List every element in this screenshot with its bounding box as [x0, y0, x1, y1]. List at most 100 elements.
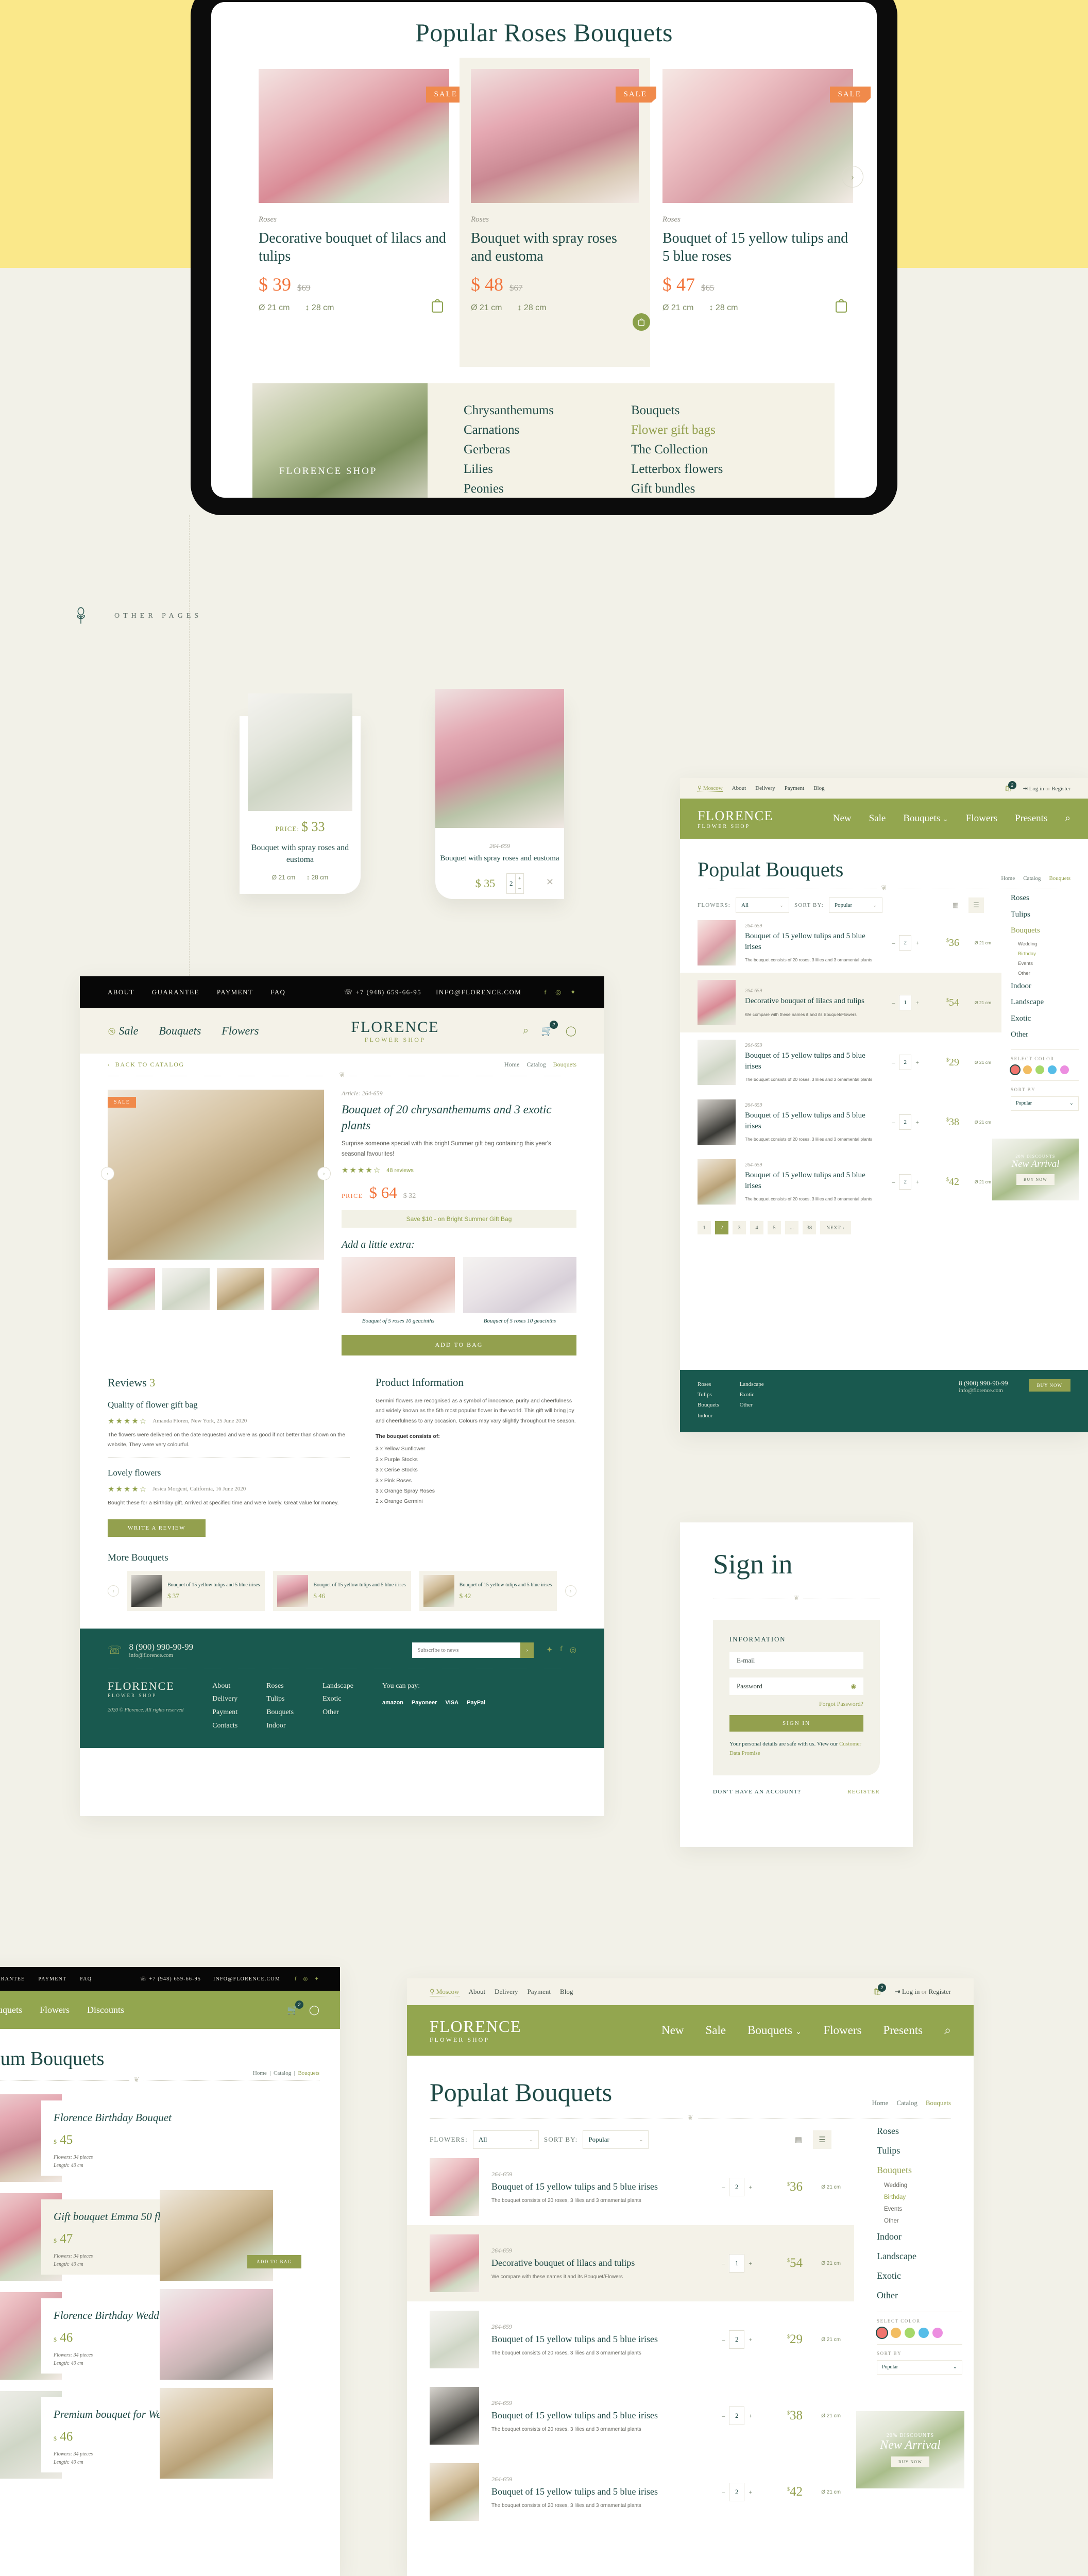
decrement-button[interactable]: – — [892, 1059, 895, 1066]
account-icon[interactable]: ◯ — [566, 1025, 576, 1037]
nav-item-discounts[interactable]: Discounts — [87, 2005, 124, 2015]
sidebar-item-landscape[interactable]: Landscape — [877, 2247, 962, 2266]
footer-link[interactable]: Exotic — [740, 1389, 764, 1400]
sidebar-item-roses[interactable]: Roses — [1011, 890, 1079, 907]
flowers-filter-select[interactable]: All ⌄ — [736, 897, 789, 913]
footer-link[interactable]: Payment — [212, 1706, 237, 1719]
topbar-link-faq[interactable]: FAQ — [80, 1976, 92, 1982]
add-to-bag-button[interactable] — [429, 297, 446, 314]
utilbar-link-payment[interactable]: Payment — [528, 1988, 551, 1996]
nav-item-bouquets[interactable]: Bouquets ⌄ — [747, 2024, 802, 2037]
cart-icon[interactable]: 🛍 2 — [1005, 781, 1016, 792]
utilbar-link-about[interactable]: About — [732, 785, 746, 791]
decrement-button[interactable]: – — [892, 999, 895, 1007]
utilbar-link-payment[interactable]: Payment — [785, 785, 805, 791]
signin-button[interactable]: SIGN IN — [729, 1715, 863, 1732]
color-swatch-pink[interactable] — [1060, 1065, 1069, 1074]
sidebar-sort-select[interactable]: Popular ⌄ — [877, 2360, 962, 2375]
page-button[interactable]: 4 — [750, 1221, 763, 1234]
color-swatch-red[interactable] — [1011, 1065, 1019, 1074]
mini-product-card[interactable]: Bouquet of 15 yellow tulips and 5 blue i… — [273, 1570, 411, 1611]
nav-item-new[interactable]: New — [661, 2024, 684, 2037]
topbar-link-faq[interactable]: FAQ — [270, 988, 285, 996]
increment-button[interactable]: + — [749, 2260, 752, 2267]
mini-product-card[interactable]: Bouquet of 15 yellow tulips and 5 blue i… — [127, 1570, 265, 1611]
footer-link[interactable]: Landscape — [740, 1379, 764, 1389]
decrement-button[interactable]: – — [722, 2488, 725, 2496]
page-button[interactable]: 5 — [768, 1221, 781, 1234]
breadcrumb-home[interactable]: Home — [253, 2070, 267, 2076]
sidebar-item-exotic[interactable]: Exotic — [1011, 1011, 1079, 1027]
topbar-link-guarantee[interactable]: GUARANTEE — [0, 1976, 25, 1982]
extra-item[interactable]: Bouquet of 5 roses 10 geacinths — [342, 1257, 455, 1326]
footer-phone[interactable]: 8 (900) 990-90-99 — [959, 1379, 1008, 1387]
footer-link[interactable]: Bouquets — [266, 1706, 294, 1719]
increment-button[interactable]: + — [915, 939, 919, 947]
city-selector[interactable]: ⚲ Moscow — [698, 785, 723, 792]
footer-link[interactable]: About — [212, 1680, 237, 1693]
increment-button[interactable]: + — [749, 2412, 752, 2420]
flowers-filter-select[interactable]: All ⌄ — [472, 2130, 539, 2149]
footer-email[interactable]: info@florence.com — [129, 1652, 194, 1658]
quantity-stepper[interactable]: – 2 + — [722, 2483, 752, 2501]
write-review-button[interactable]: WRITE A REVIEW — [108, 1519, 206, 1537]
product-card[interactable]: SALE Roses Bouquet of 15 yellow tulips a… — [662, 69, 871, 358]
sidebar-subitem-birthday[interactable]: Birthday — [877, 2192, 962, 2204]
decrement-button[interactable]: – — [516, 884, 523, 893]
color-swatch-red[interactable] — [877, 2327, 887, 2338]
decrement-button[interactable]: – — [722, 2260, 725, 2267]
quantity-stepper[interactable]: – 2 + — [892, 1114, 919, 1130]
mini-cart-card[interactable]: 264-659 Bouquet with spray roses and eus… — [435, 689, 564, 899]
subscribe-input[interactable] — [412, 1642, 521, 1658]
menu-item-active[interactable]: Flower gift bags — [631, 420, 723, 440]
decrement-button[interactable]: – — [722, 2183, 725, 2191]
sidebar-subitem-other[interactable]: Other — [877, 2215, 962, 2227]
breadcrumb-bouquets[interactable]: Bouquets — [298, 2070, 319, 2076]
more-prev-button[interactable]: ‹ — [108, 1585, 119, 1597]
page-button[interactable]: 3 — [733, 1221, 746, 1234]
product-card[interactable]: SALE Roses Decorative bouquet of lilacs … — [259, 69, 467, 358]
table-row[interactable]: 264-659 Bouquet of 15 yellow tulips and … — [680, 913, 1001, 973]
increment-button[interactable]: + — [915, 999, 919, 1007]
product-card[interactable]: Florence Birthday Bouquet $ 45 Flowers: … — [0, 2094, 319, 2182]
cart-icon[interactable]: 🛒 2 — [287, 2000, 303, 2015]
search-icon[interactable]: ⌕ — [1065, 813, 1070, 824]
footer-link[interactable]: Other — [740, 1400, 764, 1410]
more-next-button[interactable]: › — [565, 1585, 576, 1597]
decrement-button[interactable]: – — [892, 1118, 895, 1126]
gallery-thumbnail[interactable] — [217, 1268, 264, 1310]
table-row[interactable]: 264-659 Bouquet of 15 yellow tulips and … — [680, 1032, 1001, 1092]
promo-banner[interactable]: 20% DISCOUNTS New Arrival BUY NOW — [856, 2411, 964, 2488]
sidebar-item-other[interactable]: Other — [1011, 1027, 1079, 1043]
list-view-button[interactable]: ☰ — [968, 897, 984, 913]
footer-link[interactable]: Indoor — [266, 1719, 294, 1733]
product-card[interactable]: Premium bouquet for Wedding $ 46 Flowers… — [0, 2388, 319, 2479]
mini-product-card[interactable]: Bouquet of 15 yellow tulips and 5 blue i… — [419, 1570, 557, 1611]
color-swatch-blue[interactable] — [1048, 1065, 1057, 1074]
password-field[interactable]: Password ◉ — [729, 1677, 863, 1695]
decrement-button[interactable]: – — [722, 2412, 725, 2420]
reviews-count[interactable]: 48 reviews — [386, 1167, 414, 1174]
add-to-bag-button[interactable]: ADD TO BAG — [247, 2255, 301, 2268]
email-address[interactable]: INFO@FLORENCE.COM — [213, 1976, 280, 1982]
subscribe-submit-button[interactable]: › — [520, 1642, 534, 1658]
buy-now-button[interactable]: BUY NOW — [891, 2456, 930, 2467]
gallery-thumbnail[interactable] — [162, 1268, 210, 1310]
phone-number[interactable]: ☏ +7 (948) 659-66-95 — [344, 988, 421, 996]
table-row[interactable]: 264-659 Decorative bouquet of lilacs and… — [407, 2225, 854, 2301]
product-hero-image[interactable]: SALE ‹ › — [101, 1090, 331, 1260]
account-links[interactable]: ⇥ Log in or Register — [895, 1988, 951, 1996]
cart-icon[interactable]: 🛒 2 — [541, 1021, 558, 1037]
instagram-icon[interactable]: ◎ — [555, 988, 562, 996]
sidebar-subitem-other[interactable]: Other — [1011, 969, 1079, 978]
quantity-stepper[interactable]: – 2 + — [722, 2406, 752, 2425]
add-to-bag-button[interactable]: ADD TO BAG — [342, 1334, 576, 1355]
twitter-icon[interactable]: ✦ — [314, 1976, 319, 1982]
account-links[interactable]: ⇥ Log in or Register — [1023, 785, 1070, 792]
instagram-icon[interactable]: ◎ — [570, 1645, 576, 1655]
menu-item[interactable]: Lilies — [464, 460, 554, 479]
quantity-stepper[interactable]: – 2 + — [722, 2330, 752, 2349]
sidebar-item-landscape[interactable]: Landscape — [1011, 994, 1079, 1011]
breadcrumb-catalog[interactable]: Catalog — [526, 1061, 546, 1069]
table-row[interactable]: 264-659 Bouquet of 15 yellow tulips and … — [680, 1152, 1001, 1212]
